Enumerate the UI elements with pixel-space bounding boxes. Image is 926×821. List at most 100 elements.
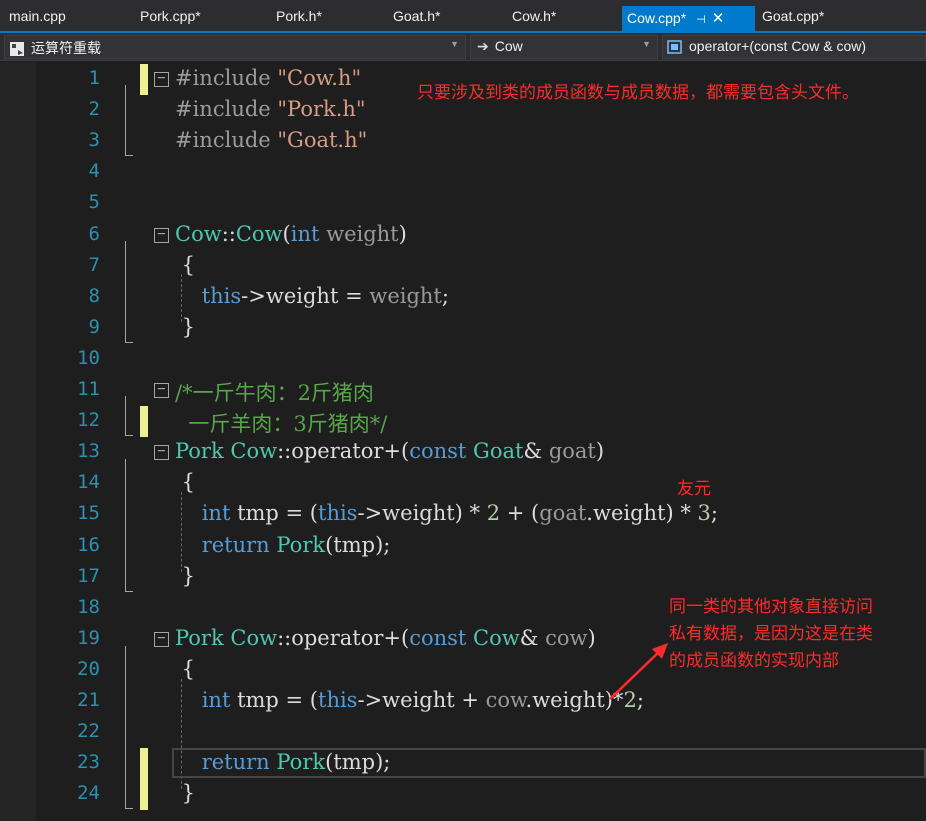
code-token: tmp = ( bbox=[230, 688, 318, 712]
scope-dropdown[interactable]: ➔ Cow ▼ bbox=[470, 35, 658, 59]
line-number: 23 bbox=[77, 751, 100, 774]
code-token: ( bbox=[282, 221, 291, 246]
code-line[interactable]: 10 bbox=[36, 344, 926, 375]
tab-cow-h[interactable]: Cow.h* bbox=[512, 8, 556, 30]
code-token: "Goat.h" bbox=[277, 128, 368, 153]
code-token: /*一斤牛肉：2斤猪肉 bbox=[175, 381, 374, 405]
code-text: int tmp = (this->weight + cow.weight)*2; bbox=[175, 688, 644, 712]
code-line[interactable]: 21 int tmp = (this->weight + cow.weight)… bbox=[36, 686, 926, 717]
code-token: ; bbox=[441, 283, 449, 308]
code-line[interactable]: 24 } bbox=[36, 779, 926, 811]
code-line[interactable]: 5 bbox=[36, 188, 926, 219]
line-number: 3 bbox=[88, 129, 100, 152]
project-dropdown[interactable]: 运算符重载 ▼ bbox=[4, 35, 466, 59]
code-token: Cow bbox=[230, 625, 278, 650]
method-icon bbox=[667, 40, 682, 55]
code-line[interactable]: 14 { bbox=[36, 468, 926, 499]
line-number: 17 bbox=[77, 564, 100, 587]
line-number: 15 bbox=[77, 502, 100, 525]
tab-label: Goat.cpp* bbox=[762, 8, 825, 24]
close-icon[interactable]: ✕ bbox=[712, 9, 725, 27]
code-token: & bbox=[523, 439, 549, 464]
code-line[interactable]: 23 return Pork(tmp); bbox=[36, 748, 926, 780]
collapse-icon[interactable]: − bbox=[154, 71, 169, 87]
code-token: "Cow.h" bbox=[277, 66, 362, 90]
code-token: cow bbox=[485, 688, 526, 712]
annotation-friend-note: 友元 bbox=[677, 479, 711, 499]
line-number: 19 bbox=[77, 626, 100, 649]
code-text: #include "Pork.h" bbox=[175, 97, 366, 121]
code-line[interactable]: 6− Cow::Cow(int weight) bbox=[36, 220, 926, 251]
code-line[interactable]: 11 −/*一斤牛肉：2斤猪肉 bbox=[36, 375, 926, 406]
code-line[interactable]: 4 bbox=[36, 157, 926, 188]
code-token: Pork bbox=[276, 750, 326, 775]
code-token: this bbox=[318, 688, 358, 712]
code-line[interactable]: 3 #include "Goat.h" bbox=[36, 126, 926, 157]
code-line[interactable]: 15 int tmp = (this->weight) * 2 + (goat.… bbox=[36, 499, 926, 530]
code-line[interactable]: 22 bbox=[36, 717, 926, 748]
code-token: } bbox=[175, 563, 196, 588]
tab-label: main.cpp bbox=[9, 8, 66, 24]
line-number: 2 bbox=[88, 98, 100, 121]
code-text: #include "Cow.h" bbox=[175, 66, 361, 90]
line-number: 24 bbox=[77, 782, 100, 805]
code-token: goat bbox=[539, 501, 587, 526]
code-token: 一斤羊肉：3斤猪肉*/ bbox=[175, 412, 388, 437]
collapse-icon[interactable]: − bbox=[154, 382, 169, 398]
code-token: { bbox=[175, 470, 196, 495]
code-token: ) bbox=[595, 439, 605, 464]
code-token: #include bbox=[175, 97, 278, 122]
line-number: 22 bbox=[77, 720, 100, 743]
pin-icon[interactable]: ⊣ bbox=[696, 13, 706, 26]
code-text: return Pork(tmp); bbox=[175, 532, 391, 557]
code-line[interactable]: 13 − Pork Cow::operator+(const Goat& goat) bbox=[36, 437, 926, 468]
code-editor[interactable]: 1− #include "Cow.h" 2 #include "Pork.h" 3 #in… bbox=[0, 62, 926, 821]
tab-label: Cow.cpp* bbox=[627, 10, 687, 26]
chevron-down-icon: ▼ bbox=[450, 39, 459, 49]
code-line[interactable]: 16 return Pork(tmp); bbox=[36, 531, 926, 562]
code-text: } bbox=[175, 564, 195, 588]
code-text: { bbox=[175, 470, 195, 494]
collapse-icon[interactable]: − bbox=[154, 631, 169, 647]
tab-label: Pork.h* bbox=[276, 8, 322, 24]
document-tab-strip: main.cpp Pork.cpp* Pork.h* Goat.h* Cow.h… bbox=[0, 0, 926, 33]
code-token: } bbox=[175, 314, 196, 339]
tab-label: Goat.h* bbox=[393, 8, 441, 24]
code-token: tmp = ( bbox=[230, 501, 318, 526]
code-line[interactable]: 9 } bbox=[36, 313, 926, 344]
project-icon bbox=[10, 42, 24, 57]
code-text: { bbox=[175, 657, 195, 681]
code-token: Cow bbox=[235, 221, 283, 246]
code-token: ->weight = bbox=[241, 283, 370, 308]
code-token: { bbox=[175, 252, 196, 277]
member-dropdown[interactable]: operator+(const Cow & cow) bbox=[662, 35, 926, 59]
code-token: Cow bbox=[175, 221, 222, 246]
tab-main-cpp[interactable]: main.cpp bbox=[9, 8, 66, 30]
annotation-include-note: 只要涉及到类的成员函数与成员数据，都需要包含头文件。 bbox=[417, 83, 859, 103]
code-line[interactable]: 12 一斤羊肉：3斤猪肉*/ bbox=[36, 406, 926, 438]
tab-pork-cpp[interactable]: Pork.cpp* bbox=[140, 8, 201, 30]
tab-goat-h[interactable]: Goat.h* bbox=[393, 8, 440, 30]
tab-pork-h[interactable]: Pork.h* bbox=[276, 8, 322, 30]
code-token: goat bbox=[548, 439, 596, 464]
tab-label: Cow.h* bbox=[512, 8, 557, 24]
code-token: int bbox=[201, 688, 231, 712]
code-text: #include "Goat.h" bbox=[175, 128, 367, 152]
code-token: weight bbox=[319, 221, 399, 246]
line-number: 1 bbox=[88, 67, 100, 89]
navigation-bar: 运算符重载 ▼ ➔ Cow ▼ operator+(const Cow & cow… bbox=[0, 33, 926, 61]
code-token: :: bbox=[221, 221, 236, 246]
collapse-icon[interactable]: − bbox=[154, 227, 169, 243]
line-number: 11 bbox=[77, 378, 100, 400]
code-line[interactable]: 7 { bbox=[36, 251, 926, 282]
code-text: Pork Cow::operator+(const Goat& goat) bbox=[175, 439, 604, 463]
code-token: ->weight + bbox=[357, 688, 486, 712]
tab-goat-cpp[interactable]: Goat.cpp* bbox=[762, 8, 824, 30]
code-text: 一斤羊肉：3斤猪肉*/ bbox=[175, 408, 387, 438]
tab-cow-cpp[interactable]: Cow.cpp* ⊣ ✕ bbox=[622, 6, 755, 33]
code-token: ::operator+( bbox=[277, 625, 410, 650]
code-line[interactable]: 8 this->weight = weight; bbox=[36, 282, 926, 313]
code-line[interactable]: 17 } bbox=[36, 562, 926, 593]
code-token: Pork bbox=[276, 532, 326, 557]
collapse-icon[interactable]: − bbox=[154, 444, 169, 461]
